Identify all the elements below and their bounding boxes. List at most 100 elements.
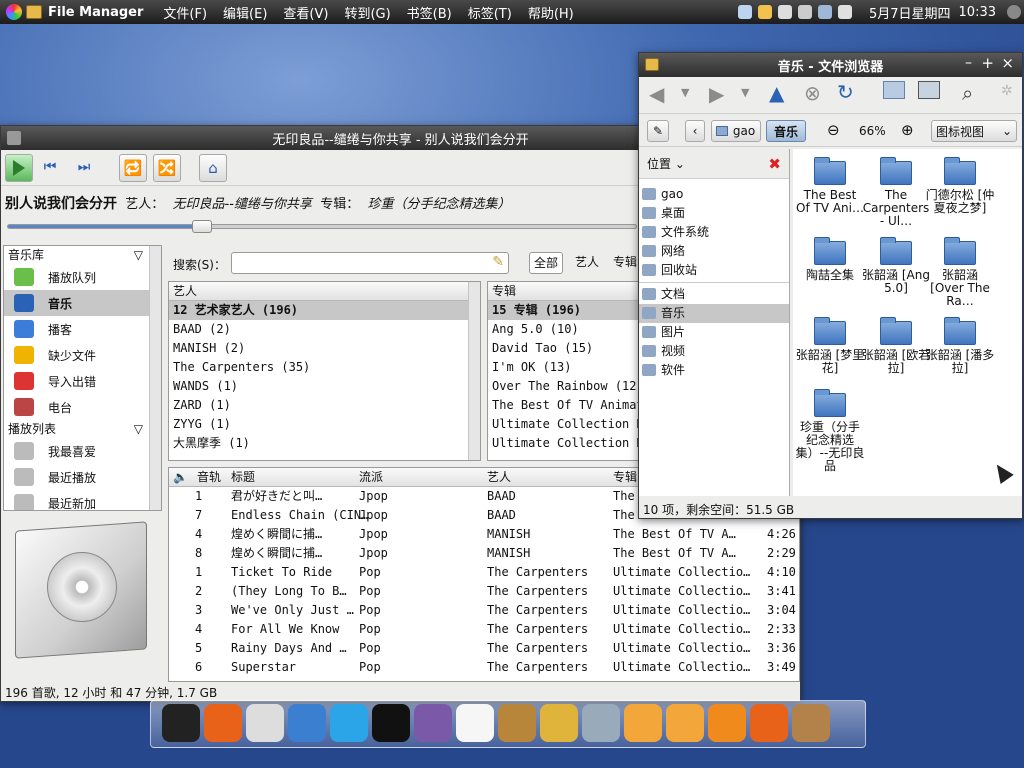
table-row[interactable]: 6 Superstar Pop The Carpenters Ultimate Coll…	[169, 658, 799, 677]
up-button[interactable]: ▲	[769, 81, 784, 105]
table-row[interactable]: 8 煌めく瞬間に捕… Jpop MANISH The Best Of TV A… 2:29	[169, 544, 799, 563]
repeat-button[interactable]: 🔁	[119, 154, 147, 182]
folder-item[interactable]: 张韶涵 [Over The Ra…	[925, 237, 995, 308]
mail-icon[interactable]	[777, 5, 792, 19]
seek-bar[interactable]	[7, 224, 637, 229]
browse-button[interactable]: ⌂	[199, 154, 227, 182]
music-player-icon[interactable]	[540, 704, 578, 742]
track-column-header[interactable]: 艺人	[487, 468, 511, 486]
text-editor-icon[interactable]	[456, 704, 494, 742]
track-column-header[interactable]: 音轨	[197, 468, 221, 486]
folder-window-icon[interactable]	[645, 58, 659, 71]
keyboard-icon[interactable]	[797, 5, 812, 19]
table-row[interactable]: 1 Ticket To Ride Pop The Carpenters Ultimate…	[169, 563, 799, 582]
back-button[interactable]: ◀	[649, 82, 664, 106]
clear-broom-icon[interactable]: ✎	[492, 254, 504, 270]
maximize-button[interactable]: +	[981, 54, 994, 72]
archive-icon[interactable]	[792, 704, 830, 742]
menu-item[interactable]: 编辑(E)	[215, 3, 275, 22]
bookmark-item[interactable]: 图片	[639, 323, 789, 342]
table-row[interactable]: 4 For All We Know Pop The Carpenters Ultimat…	[169, 620, 799, 639]
folder-item[interactable]: 张韶涵 [欧若拉]	[861, 317, 931, 375]
sidebar-item[interactable]: 播客	[4, 316, 161, 342]
terminal-icon[interactable]	[162, 704, 200, 742]
table-row[interactable]: 2 (They Long To B… Pop The Carpenters Ultima…	[169, 582, 799, 601]
filter-button[interactable]: 艺人	[571, 252, 603, 274]
water-drop-icon[interactable]	[288, 704, 326, 742]
menu-item[interactable]: 转到(G)	[336, 3, 398, 22]
home-button[interactable]	[883, 81, 905, 99]
folder-item[interactable]: 陶喆全集	[795, 237, 865, 282]
distro-logo-icon[interactable]	[6, 4, 22, 20]
list-item[interactable]: 12 艺术家艺人 (196)	[169, 301, 480, 320]
next-button[interactable]: ⏭	[73, 156, 95, 178]
path-button-gao[interactable]: gao	[711, 120, 761, 142]
places-item[interactable]: 回收站	[639, 261, 789, 280]
playlist-item[interactable]: 我最喜爱	[4, 438, 161, 464]
sidebar-item[interactable]: 音乐	[4, 290, 161, 316]
path-button-music[interactable]: 音乐	[766, 120, 806, 142]
track-column-header[interactable]: 专辑	[613, 468, 637, 486]
firefox-icon[interactable]	[204, 704, 242, 742]
bookmark-item[interactable]: 视频	[639, 342, 789, 361]
folder-item[interactable]: The Best Of TV Ani…	[795, 157, 865, 215]
sidebar-item[interactable]: 导入出错	[4, 368, 161, 394]
places-item[interactable]: 文件系统	[639, 223, 789, 242]
network-icon[interactable]	[737, 5, 752, 19]
forward-button[interactable]: ▶	[709, 82, 724, 106]
filter-button[interactable]: 全部	[529, 252, 564, 274]
forward-history-icon[interactable]: ▼	[741, 86, 749, 99]
search-field[interactable]: ✎	[231, 252, 509, 274]
shuffle-button[interactable]: 🔀	[153, 154, 181, 182]
path-back-button[interactable]: ‹	[685, 120, 705, 142]
folder-item[interactable]: 张韶涵 [Ang 5.0]	[861, 237, 931, 295]
places-item[interactable]: 桌面	[639, 204, 789, 223]
folder-icon[interactable]	[624, 704, 662, 742]
seek-handle[interactable]	[192, 220, 213, 233]
places-item[interactable]: 网络	[639, 242, 789, 261]
window-menu-icon[interactable]	[7, 131, 21, 145]
close-button[interactable]: ×	[1001, 54, 1014, 72]
menu-item[interactable]: 文件(F)	[155, 3, 215, 22]
folder-tray-icon[interactable]	[757, 5, 772, 19]
minimize-button[interactable]: –	[965, 55, 972, 71]
close-pane-button[interactable]: ✖	[768, 149, 781, 179]
folder-item[interactable]: 珍重（分手纪念精选集）--无印良品	[795, 389, 865, 473]
list-item[interactable]: BAAD (2)	[169, 320, 480, 339]
menu-item[interactable]: 帮助(H)	[520, 3, 582, 22]
menu-item[interactable]: 书签(B)	[399, 3, 460, 22]
zoom-out-button[interactable]: ⊖	[827, 121, 840, 139]
computer-button[interactable]	[918, 81, 940, 99]
artist-scrollbar[interactable]	[468, 282, 480, 460]
list-item[interactable]: ZYYG (1)	[169, 415, 480, 434]
date-display[interactable]: 5月7日星期四	[855, 3, 959, 22]
places-header[interactable]: 位置 ⌄ ✖	[639, 149, 789, 179]
trash-icon[interactable]	[708, 704, 746, 742]
phone-icon[interactable]	[246, 704, 284, 742]
playlist-item[interactable]: 最近新加	[4, 490, 161, 510]
artist-column-header[interactable]: 艺人	[169, 282, 480, 301]
menu-item[interactable]: 查看(V)	[275, 3, 336, 22]
list-item[interactable]: MANISH (2)	[169, 339, 480, 358]
zoom-in-button[interactable]: ⊕	[901, 121, 914, 139]
folder-item[interactable]: 门德尔松 [仲夏夜之梦]	[925, 157, 995, 215]
table-row[interactable]: 3 We've Only Just … Pop The Carpenters Ultim…	[169, 601, 799, 620]
bookmark-item[interactable]: 软件	[639, 361, 789, 380]
sidebar-item[interactable]: 缺少文件	[4, 342, 161, 368]
file-browser-titlebar[interactable]: 音乐 - 文件浏览器 – + ×	[639, 53, 1022, 77]
display-icon[interactable]	[817, 5, 832, 19]
clock-icon[interactable]	[582, 704, 620, 742]
filter-button[interactable]: 专辑	[609, 252, 641, 274]
volume-icon[interactable]	[837, 5, 852, 19]
bookmark-item[interactable]: 文档	[639, 285, 789, 304]
home-folder-icon[interactable]	[666, 704, 704, 742]
firefox-icon[interactable]	[750, 704, 788, 742]
stop-button[interactable]: ⊗	[804, 81, 821, 105]
sidebar-item[interactable]: 播放队列	[4, 264, 161, 290]
reload-button[interactable]: ↻	[837, 80, 854, 104]
search-button[interactable]: ⌕	[962, 81, 973, 105]
edit-location-button[interactable]: ✎	[647, 120, 669, 142]
file-manager-app-icon[interactable]	[26, 5, 42, 19]
playlist-item[interactable]: 最近播放	[4, 464, 161, 490]
places-item[interactable]: gao	[639, 185, 789, 204]
